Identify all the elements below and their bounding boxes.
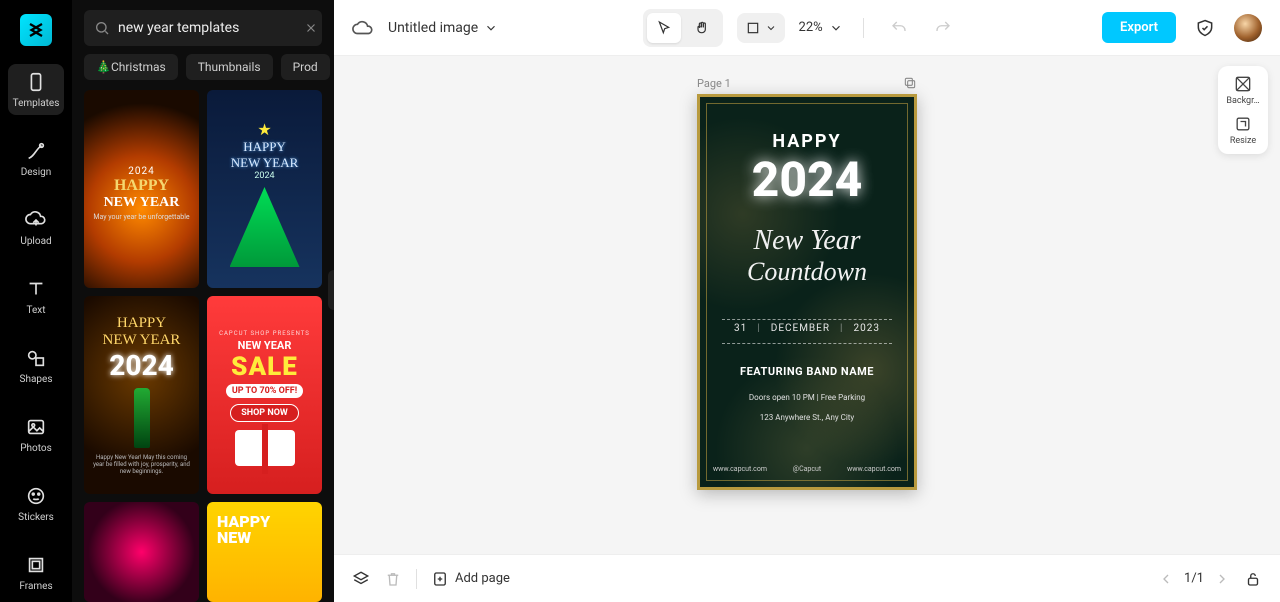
rail-upload[interactable]: Upload — [8, 202, 64, 253]
add-page-icon — [431, 570, 449, 588]
rail-frames[interactable]: Frames — [8, 547, 64, 598]
undo-button[interactable] — [884, 13, 914, 43]
chip-thumbnails[interactable]: Thumbnails — [186, 54, 273, 80]
rail-label: Text — [26, 305, 45, 316]
left-rail: Templates Design Upload Text Shapes Phot… — [0, 0, 72, 602]
chip-product[interactable]: Prod — [281, 54, 330, 80]
page-header: Page 1 — [697, 76, 917, 90]
text-icon — [24, 277, 48, 301]
zoom-control[interactable]: 22% — [799, 20, 843, 35]
background-button[interactable]: Backgr… — [1226, 74, 1259, 106]
rail-label: Stickers — [18, 512, 54, 523]
page-navigator: 1/1 — [1158, 571, 1230, 587]
cursor-tool-group — [643, 9, 723, 47]
rail-templates[interactable]: Templates — [8, 64, 64, 115]
rail-photos[interactable]: Photos — [8, 409, 64, 460]
rail-label: Photos — [20, 443, 52, 454]
search-icon — [94, 20, 110, 36]
shapes-icon — [24, 346, 48, 370]
app-logo[interactable] — [20, 14, 52, 46]
page-label: Page 1 — [697, 77, 731, 90]
lock-button[interactable] — [1244, 570, 1262, 588]
document-name[interactable]: Untitled image — [388, 20, 498, 36]
star-icon: ★ — [257, 120, 271, 139]
crop-tool[interactable] — [737, 13, 785, 43]
privacy-shield-icon[interactable] — [1190, 13, 1220, 43]
canvas-page[interactable]: HAPPY 2024 New Year Countdown 31| DECEMB… — [697, 94, 917, 490]
cloud-sync-icon[interactable] — [352, 17, 374, 39]
select-tool[interactable] — [647, 13, 681, 43]
template-card[interactable]: ★ HAPPY NEW YEAR 2024 — [207, 90, 322, 288]
resize-icon — [1233, 114, 1253, 134]
chip-row: 🎄Christmas Thumbnails Prod — [72, 54, 334, 90]
chevron-down-icon — [829, 21, 843, 35]
export-button[interactable]: Export — [1102, 12, 1176, 43]
rail-shapes[interactable]: Shapes — [8, 340, 64, 391]
template-grid: 2024 HAPPY NEW YEAR May your year be unf… — [72, 90, 334, 602]
hand-tool[interactable] — [685, 13, 719, 43]
canvas-text[interactable]: 2024 — [700, 151, 914, 208]
template-card[interactable]: 2024 HAPPY NEW YEAR May your year be unf… — [84, 90, 199, 288]
background-icon — [1233, 74, 1253, 94]
main-area: Untitled image 22% Export — [334, 0, 1280, 602]
chevron-down-icon — [765, 22, 777, 34]
rail-label: Templates — [13, 98, 60, 109]
chevron-down-icon — [484, 21, 498, 35]
stickers-icon — [24, 484, 48, 508]
rail-label: Shapes — [20, 374, 53, 385]
user-avatar[interactable] — [1234, 14, 1262, 42]
canvas-date-row[interactable]: 31| DECEMBER| 2023 — [700, 323, 914, 334]
rail-label: Design — [21, 167, 52, 178]
gift-icon — [235, 430, 295, 466]
redo-button[interactable] — [928, 13, 958, 43]
chip-christmas[interactable]: 🎄Christmas — [84, 54, 178, 80]
search-input[interactable] — [118, 20, 296, 36]
canvas-text[interactable]: New Year — [700, 225, 914, 257]
template-card[interactable] — [84, 502, 199, 602]
canvas[interactable]: Page 1 HAPPY 2024 New Year Countdown 31|… — [334, 56, 1280, 554]
page-counter: 1/1 — [1184, 571, 1204, 586]
frames-icon — [24, 553, 48, 577]
templates-panel: 🎄Christmas Thumbnails Prod 2024 HAPPY NE… — [72, 0, 334, 602]
photos-icon — [24, 415, 48, 439]
canvas-text[interactable]: Countdown — [700, 257, 914, 287]
bottle-icon — [134, 388, 150, 448]
next-page-button[interactable] — [1214, 571, 1230, 587]
rail-stickers[interactable]: Stickers — [8, 478, 64, 529]
canvas-footer[interactable]: www.capcut.com @Capcut www.capcut.com — [700, 465, 914, 473]
layers-button[interactable] — [352, 570, 370, 588]
upload-icon — [24, 208, 48, 232]
canvas-text[interactable]: 123 Anywhere St., Any City — [700, 413, 914, 422]
top-toolbar: Untitled image 22% Export — [334, 0, 1280, 56]
canvas-text[interactable]: Doors open 10 PM | Free Parking — [700, 393, 914, 402]
rail-design[interactable]: Design — [8, 133, 64, 184]
right-properties: Backgr… Resize — [1218, 66, 1268, 154]
tree-icon — [230, 187, 300, 287]
canvas-text[interactable]: FEATURING BAND NAME — [700, 365, 914, 378]
rail-label: Frames — [19, 581, 52, 592]
rail-label: Upload — [20, 236, 51, 247]
bottom-bar: Add page 1/1 — [334, 554, 1280, 602]
canvas-text[interactable]: HAPPY — [700, 131, 914, 152]
design-icon — [24, 139, 48, 163]
template-card[interactable]: CAPCUT SHOP PRESENTS NEW YEAR SALE UP TO… — [207, 296, 322, 494]
delete-button[interactable] — [384, 570, 402, 588]
resize-button[interactable]: Resize — [1230, 114, 1256, 146]
templates-icon — [24, 70, 48, 94]
prev-page-button[interactable] — [1158, 571, 1174, 587]
search-box[interactable] — [84, 10, 322, 46]
rail-text[interactable]: Text — [8, 271, 64, 322]
template-card[interactable]: HAPPY NEW YEAR 2024 Happy New Year! May … — [84, 296, 199, 494]
template-card[interactable]: HAPPY NEW — [207, 502, 322, 602]
add-page-button[interactable]: Add page — [431, 570, 510, 588]
clear-search-icon[interactable] — [304, 21, 318, 35]
duplicate-page-icon[interactable] — [903, 76, 917, 90]
